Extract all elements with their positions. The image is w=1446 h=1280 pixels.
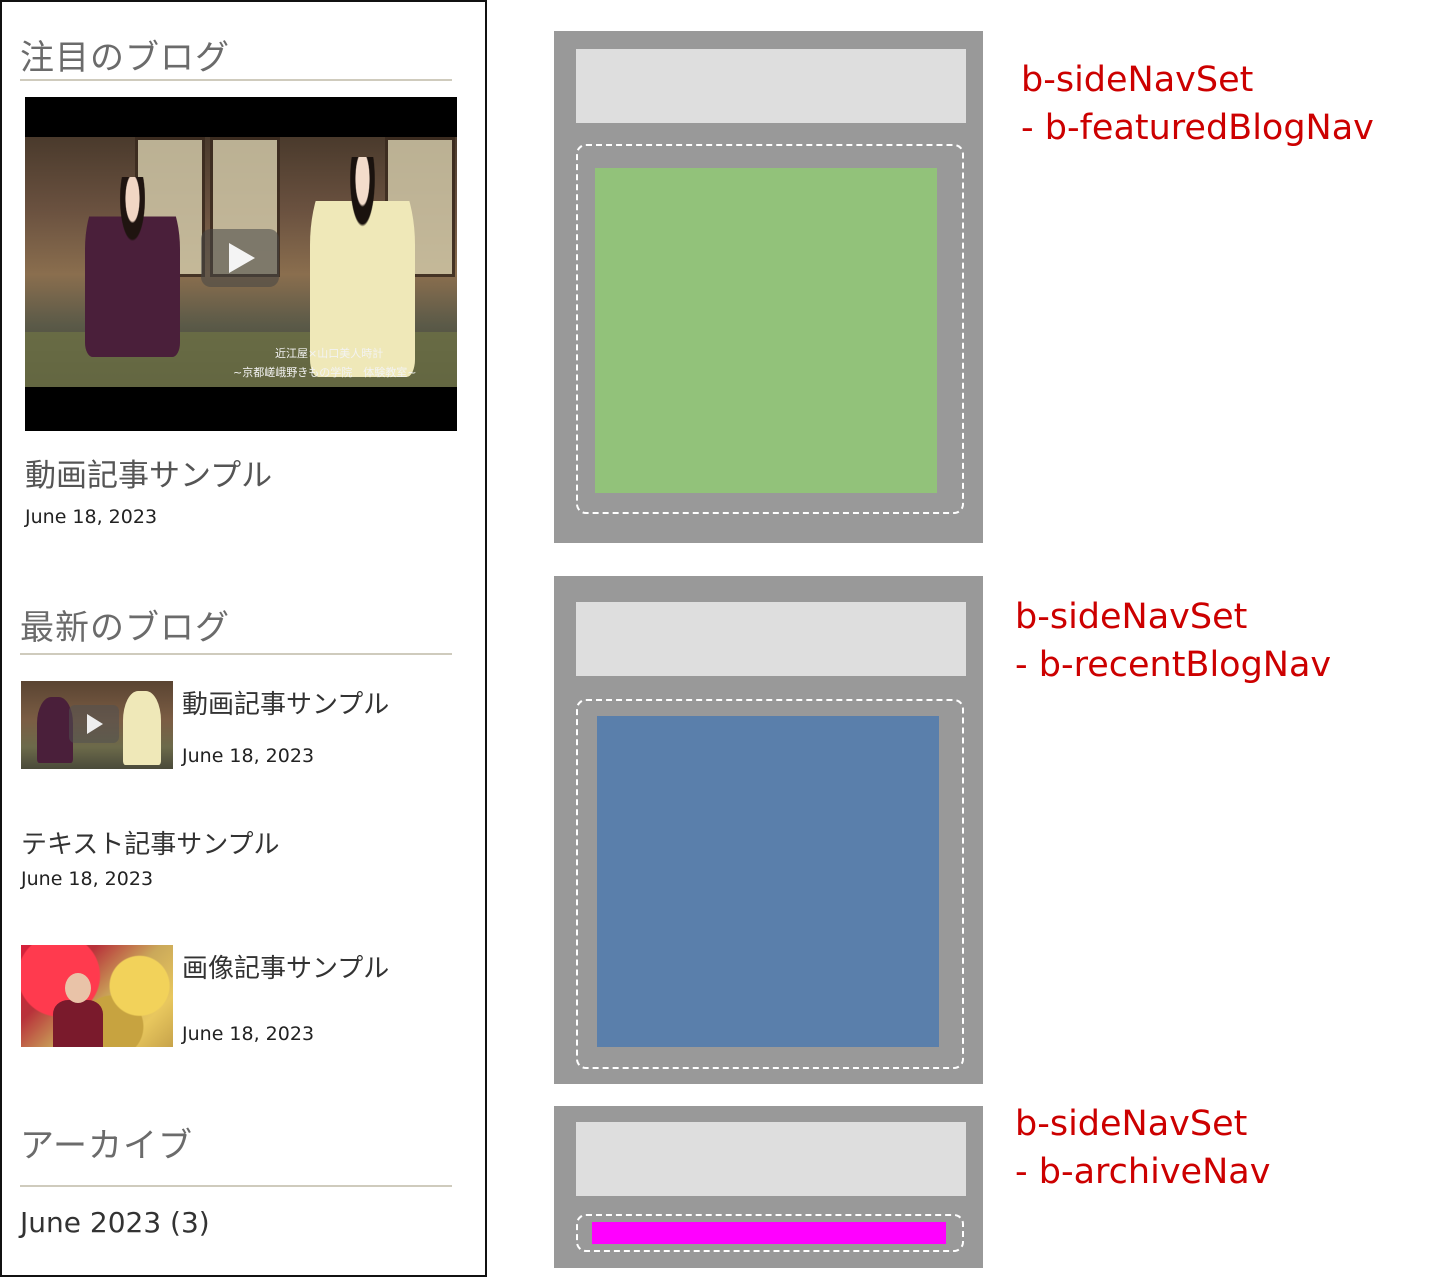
recent-item-title[interactable]: テキスト記事サンプル bbox=[21, 824, 279, 861]
recent-item-date: June 18, 2023 bbox=[21, 868, 154, 890]
recent-item-title[interactable]: 動画記事サンプル bbox=[182, 684, 389, 721]
video-caption: 近江屋×山口美人時計 bbox=[275, 347, 384, 360]
recent-item-thumbnail[interactable] bbox=[21, 945, 173, 1047]
featured-content-area bbox=[595, 168, 937, 493]
thumb-figure bbox=[65, 973, 91, 1003]
featured-heading-divider bbox=[20, 79, 452, 81]
recent-blog-heading: 最新のブログ bbox=[20, 608, 230, 648]
block-label-line2: - b-featuredBlogNav bbox=[1021, 108, 1374, 148]
recent-heading-divider bbox=[20, 653, 452, 655]
block-header-area bbox=[576, 49, 966, 123]
thumb-figure bbox=[37, 697, 73, 763]
archive-heading-divider bbox=[20, 1185, 452, 1187]
recent-item-thumbnail[interactable] bbox=[21, 681, 173, 769]
archive-heading: アーカイブ bbox=[20, 1126, 193, 1166]
sidebar-preview: 注目のブログ 近江屋×山口美人時計 ~京都嵯峨野きもの学院 体験教室~ 動画記事… bbox=[0, 0, 487, 1277]
featured-blog-heading: 注目のブログ bbox=[20, 38, 230, 78]
play-icon bbox=[69, 705, 119, 743]
kimono-woman-standing bbox=[310, 157, 415, 377]
video-caption: ~京都嵯峨野きもの学院 体験教室~ bbox=[233, 366, 417, 379]
block-label-line2: - b-recentBlogNav bbox=[1015, 645, 1332, 685]
recent-item-title[interactable]: 画像記事サンプル bbox=[182, 948, 389, 985]
block-label-line2: - b-archiveNav bbox=[1015, 1152, 1271, 1192]
sidenavset-block-recent bbox=[554, 576, 983, 1084]
block-label-line1: b-sideNavSet bbox=[1015, 597, 1248, 637]
recent-item-date: June 18, 2023 bbox=[182, 745, 315, 767]
play-icon[interactable] bbox=[201, 229, 279, 287]
featured-post-date: June 18, 2023 bbox=[25, 506, 158, 528]
recent-item-date: June 18, 2023 bbox=[182, 1023, 315, 1045]
thumb-figure bbox=[53, 1000, 103, 1047]
thumb-figure bbox=[123, 691, 161, 765]
block-header-area bbox=[576, 1122, 966, 1196]
recent-content-area bbox=[597, 716, 939, 1047]
featured-video-player[interactable]: 近江屋×山口美人時計 ~京都嵯峨野きもの学院 体験教室~ bbox=[25, 97, 457, 431]
archive-link[interactable]: June 2023 (3) bbox=[20, 1206, 210, 1239]
block-header-area bbox=[576, 602, 966, 676]
block-label-line1: b-sideNavSet bbox=[1021, 60, 1254, 100]
featured-post-title[interactable]: 動画記事サンプル bbox=[25, 450, 272, 495]
sidenavset-block-archive bbox=[554, 1106, 983, 1268]
kimono-woman-seated bbox=[85, 177, 180, 357]
archive-content-area bbox=[592, 1222, 946, 1244]
block-label-line1: b-sideNavSet bbox=[1015, 1104, 1248, 1144]
sidenavset-block-featured bbox=[554, 31, 983, 543]
